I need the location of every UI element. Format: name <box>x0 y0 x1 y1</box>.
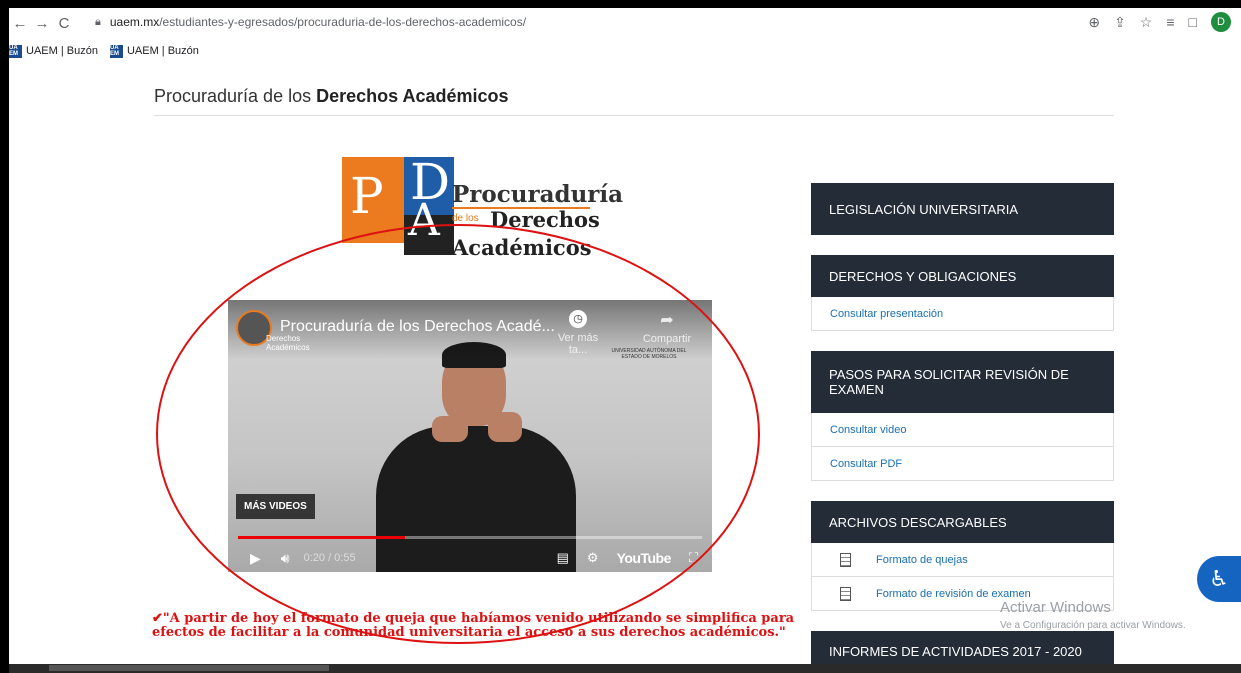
browser-window: ← → C 🔒︎ uaem.mx/estudiantes-y-egresados… <box>0 0 1241 673</box>
video-progress-fill <box>238 536 406 539</box>
window-top-edge <box>0 0 1241 8</box>
profile-avatar[interactable]: D <box>1211 12 1231 32</box>
link-label: Formato de revisión de examen <box>876 587 1031 600</box>
logo-line3: Académicos <box>452 235 592 260</box>
sidebar-link-formato-quejas[interactable]: Formato de quejas <box>811 543 1114 577</box>
document-icon <box>840 552 851 567</box>
address-bar[interactable]: 🔒︎ uaem.mx/estudiantes-y-egresados/procu… <box>95 10 1225 34</box>
toolbar-icons: ⊕ ⇪ ☆ ≡ □ D <box>1088 12 1231 32</box>
page-title-prefix: Procuraduría de los <box>154 86 317 106</box>
window-left-edge <box>0 0 9 673</box>
watch-later-button[interactable]: ◷ Ver más ta... <box>551 310 605 356</box>
share-icon[interactable]: ⇪ <box>1114 14 1126 31</box>
sidebar-header-derechos: DERECHOS Y OBLIGACIONES <box>811 255 1114 297</box>
sidebar-link-video[interactable]: Consultar video <box>811 413 1114 447</box>
youtube-logo[interactable]: YouTube <box>617 550 672 566</box>
url-path: /estudiantes-y-egresados/procuraduria-de… <box>159 15 527 29</box>
browser-chrome: ← → C 🔒︎ uaem.mx/estudiantes-y-egresados… <box>9 8 1241 66</box>
sidebar-header-label: DERECHOS Y OBLIGACIONES <box>829 268 1017 284</box>
bookmark-label: UAEM | Buzón <box>26 45 98 57</box>
sidebar-item-label: LEGISLACIÓN UNIVERSITARIA <box>829 201 1019 217</box>
checkmark-icon: ✔ <box>152 611 163 626</box>
quote-text: "A partir de hoy el formato de queja que… <box>152 611 795 640</box>
clock-icon: ◷ <box>569 310 587 328</box>
play-icon[interactable]: ▶ <box>250 550 261 567</box>
logo-letter-p: P <box>350 167 384 225</box>
logo-line1: Procuraduría <box>452 181 624 208</box>
address-row: ← → C 🔒︎ uaem.mx/estudiantes-y-egresados… <box>9 8 1241 38</box>
video-title[interactable]: Procuraduría de los Derechos Acadé... <box>280 318 555 336</box>
reading-list-icon[interactable]: ≡ <box>1166 14 1174 30</box>
share-label: Compartir <box>642 333 692 345</box>
bookmark-star-icon[interactable]: ☆ <box>1140 14 1153 31</box>
university-mark: UNIVERSIDAD AUTÓNOMA DEL ESTADO DE MOREL… <box>611 348 687 360</box>
video-controls-right: ▤ ⚙ YouTube ⛶ <box>557 550 698 566</box>
side-panel-icon[interactable]: □ <box>1189 14 1197 30</box>
bookmark-item[interactable]: UA EM UAEM | Buzón <box>109 44 199 58</box>
logo-letter-a: A <box>408 195 440 246</box>
more-videos-button[interactable]: MÁS VIDEOS <box>236 494 315 519</box>
video-controls: ▶ 🔊︎ 0:20 / 0:55 ▤ ⚙ YouTube ⛶ <box>228 544 712 572</box>
logo-line2-small: de los <box>452 213 479 224</box>
link-label: Formato de quejas <box>876 553 968 566</box>
pda-logo: P D A Procuraduría de los Derechos Acadé… <box>342 153 623 260</box>
youtube-video-player[interactable]: Procuraduría de los Derechos Acadé... De… <box>228 300 712 572</box>
sidebar-header-pasos: PASOS PARA SOLICITAR REVISIÓN DE EXAMEN <box>811 351 1114 413</box>
lock-icon: 🔒︎ <box>95 15 101 28</box>
settings-gear-icon[interactable]: ⚙ <box>587 550 599 566</box>
accessibility-icon[interactable]: ♿︎ <box>1197 556 1241 602</box>
share-button[interactable]: ➦ Compartir <box>632 310 702 345</box>
video-logo-mini: Derechos Académicos <box>266 334 310 352</box>
zoom-icon[interactable]: ⊕ <box>1088 14 1100 31</box>
horizontal-scrollbar[interactable] <box>9 664 1241 673</box>
uaem-favicon-icon: UA EM <box>109 44 123 58</box>
uaem-favicon-icon: UA EM <box>9 44 22 58</box>
volume-icon[interactable]: 🔊︎ <box>281 550 290 567</box>
sidebar-header-label: ARCHIVOS DESCARGABLES <box>829 514 1007 530</box>
sidebar-item-legislacion[interactable]: LEGISLACIÓN UNIVERSITARIA <box>811 183 1114 235</box>
announcement-quote: ✔"A partir de hoy el formato de queja qu… <box>152 612 802 640</box>
document-icon <box>840 586 851 601</box>
video-time: 0:20 / 0:55 <box>303 552 356 564</box>
sidebar-link-presentacion[interactable]: Consultar presentación <box>811 297 1114 331</box>
sidebar-header-label: PASOS PARA SOLICITAR REVISIÓN DE EXAMEN <box>829 367 1069 397</box>
subtitles-icon[interactable]: ▤ <box>557 550 569 566</box>
share-arrow-icon: ➦ <box>660 312 674 329</box>
back-arrow-icon[interactable]: ← <box>9 12 31 34</box>
watch-later-label: Ver más ta... <box>557 332 599 356</box>
page-title-bold: Derechos Académicos <box>316 86 509 106</box>
forward-arrow-icon[interactable]: → <box>31 12 53 34</box>
activate-windows-subtitle: Ve a Configuración para activar Windows. <box>1000 620 1186 631</box>
logo-line2: Derechos <box>490 207 600 232</box>
sidebar: LEGISLACIÓN UNIVERSITARIA DERECHOS Y OBL… <box>811 183 1114 671</box>
sidebar-header-archivos: ARCHIVOS DESCARGABLES <box>811 501 1114 543</box>
activate-windows-title: Activar Windows <box>1000 599 1111 616</box>
person-hand-right <box>488 412 522 442</box>
video-progress-bar[interactable] <box>238 536 702 539</box>
scrollbar-thumb[interactable] <box>49 665 329 671</box>
sidebar-item-label: INFORMES DE ACTIVIDADES 2017 - 2020 <box>829 643 1082 659</box>
fullscreen-icon[interactable]: ⛶ <box>689 550 698 566</box>
url-host: uaem.mx <box>109 15 160 29</box>
title-divider <box>154 115 1114 116</box>
person-hand-left <box>432 416 468 442</box>
bookmarks-bar: UA EM UAEM | Buzón UA EM UAEM | Buzón <box>9 40 199 62</box>
bookmark-label: UAEM | Buzón <box>126 45 199 57</box>
sidebar-link-pdf[interactable]: Consultar PDF <box>811 447 1114 481</box>
bookmark-item[interactable]: UA EM UAEM | Buzón <box>9 44 98 58</box>
reload-icon[interactable]: C <box>53 12 75 34</box>
page-title: Procuraduría de los Derechos Académicos <box>154 86 509 107</box>
